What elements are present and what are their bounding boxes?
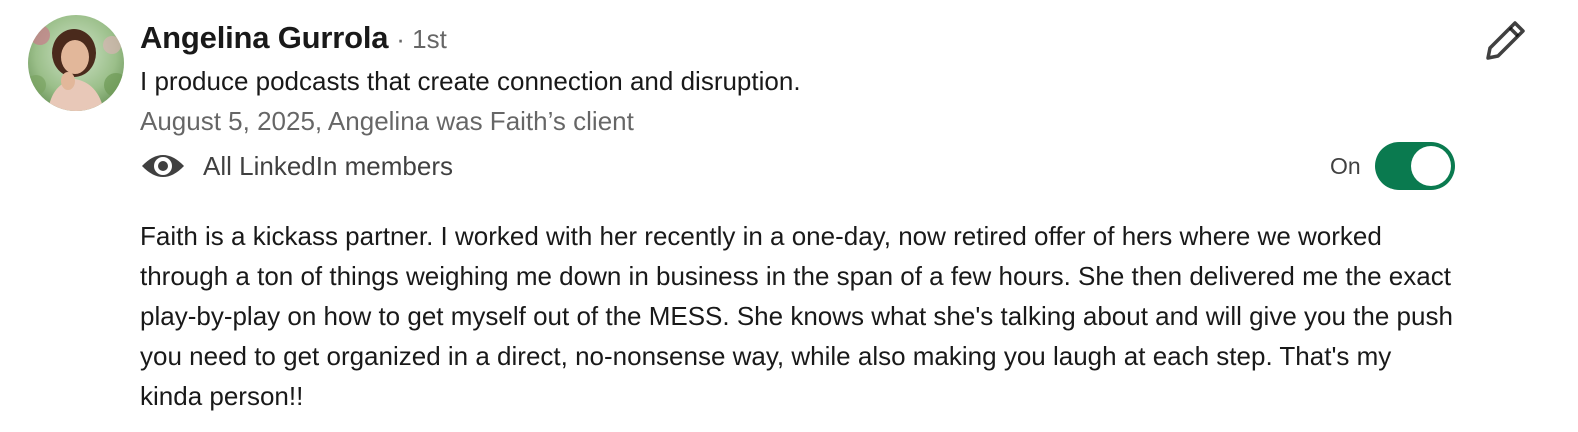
connection-degree: · 1st [396,24,447,54]
visibility-toggle[interactable] [1374,142,1455,190]
recommender-name-row: Angelina Gurrola · 1st [140,20,447,60]
recommender-name[interactable]: Angelina Gurrola [140,20,388,56]
eye-icon [140,150,186,182]
visibility-toggle-group: On [1330,142,1455,190]
avatar[interactable] [28,15,124,111]
recommendation-card: Angelina Gurrola · 1st I produce podcast… [0,0,1578,432]
pencil-icon [1486,21,1525,60]
toggle-state-label: On [1330,152,1361,179]
visibility-label: All LinkedIn members [203,150,453,181]
recommendation-text: Faith is a kickass partner. I worked wit… [140,221,1453,411]
edit-button[interactable] [1480,16,1532,64]
visibility-setting: All LinkedIn members [140,146,453,186]
avatar-image [28,15,124,111]
recommender-headline: I produce podcasts that create connectio… [140,66,801,96]
toggle-knob [1410,146,1451,186]
recommendation-meta: August 5, 2025, Angelina was Faith’s cli… [140,106,634,136]
